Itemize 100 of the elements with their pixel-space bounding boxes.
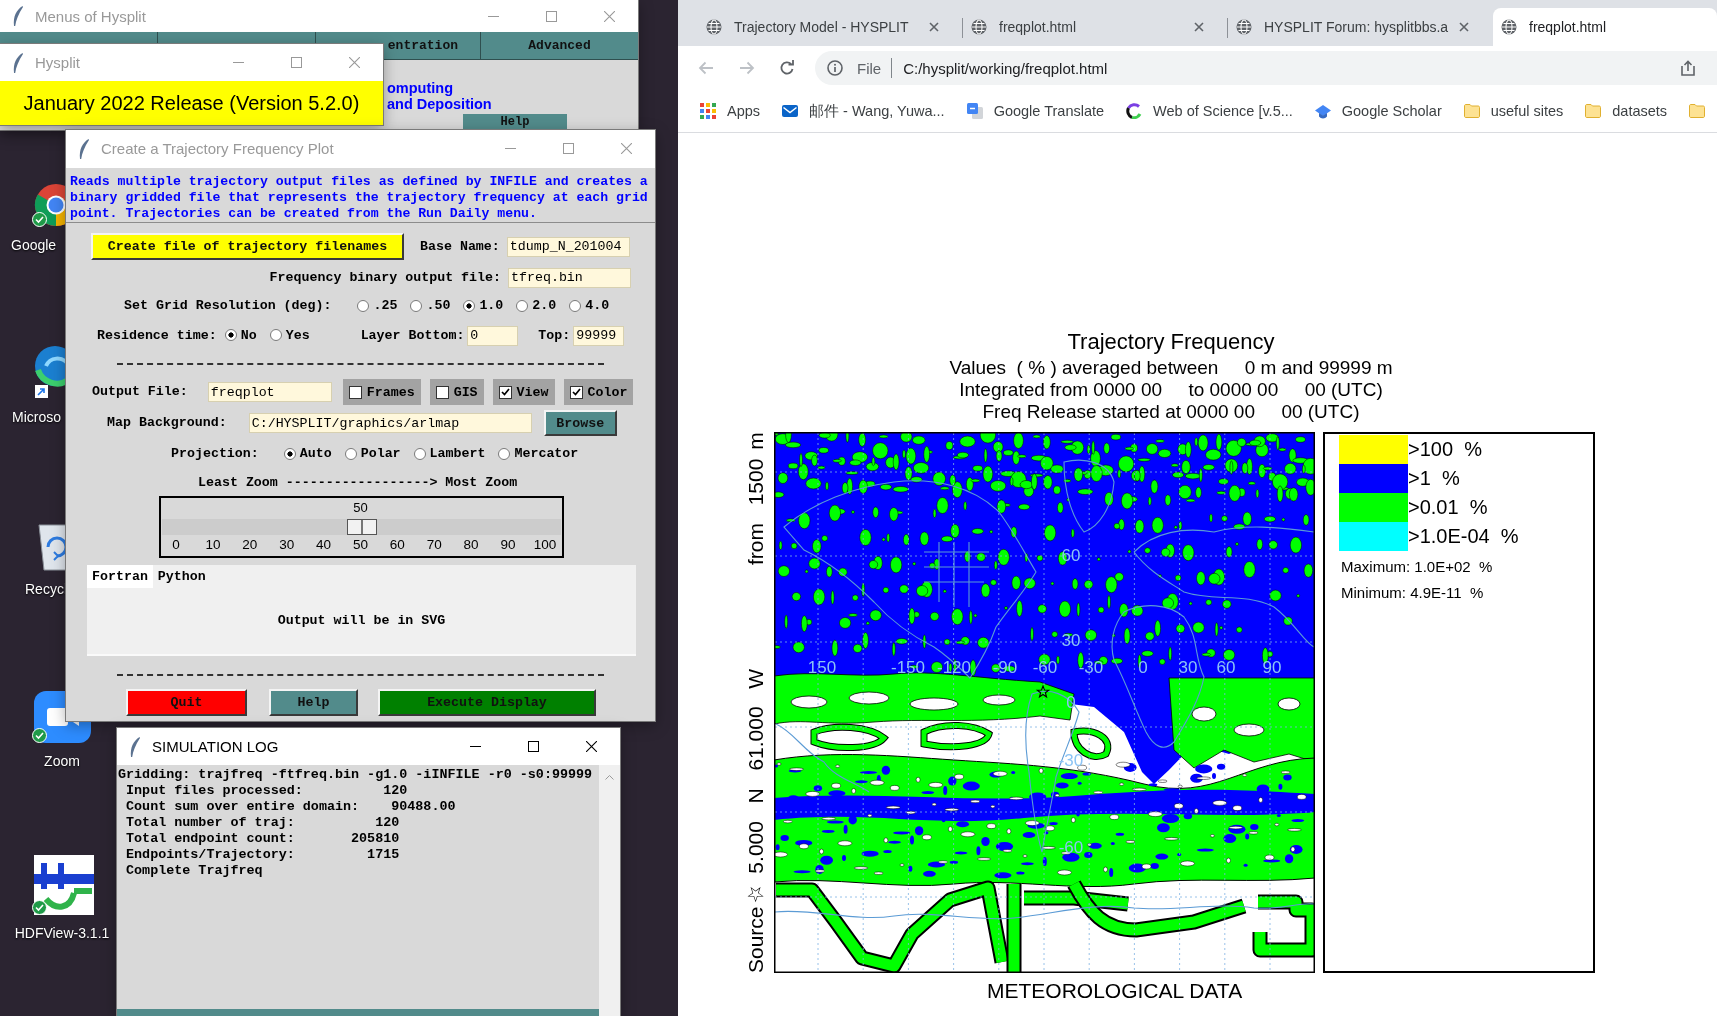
help-button[interactable]: Help	[463, 114, 567, 130]
radio-option[interactable]: 1.0	[463, 298, 504, 314]
radio-icon[interactable]	[463, 300, 476, 312]
radio-icon[interactable]	[357, 300, 370, 312]
share-icon[interactable]	[1679, 60, 1697, 76]
help-button[interactable]: Help	[269, 689, 358, 716]
desktop-icon-label[interactable]: HDFView-3.1.1	[14, 924, 110, 942]
longitude-label: 150	[807, 657, 837, 677]
legend-label: >1 %	[1408, 467, 1460, 490]
notebook-tab[interactable]: Fortran	[87, 565, 153, 588]
checkbox-icon[interactable]	[435, 385, 449, 399]
translate-icon	[966, 103, 983, 119]
scroll-up-icon[interactable]	[605, 775, 614, 780]
feather-icon	[13, 52, 23, 73]
bookmark-item[interactable]: Google Scholar	[1314, 103, 1442, 119]
browser-tab[interactable]: freqplot.html	[1493, 8, 1717, 46]
url-text[interactable]: C:/hysplit/working/freqplot.html	[903, 59, 1108, 77]
app-logo-icon[interactable]	[34, 855, 94, 915]
scale-tick-label: 30	[279, 537, 295, 552]
folder-icon	[1463, 104, 1480, 118]
bookmark-item[interactable]: Google Translate	[966, 103, 1105, 119]
binary-output-field[interactable]: tfreq.bin	[508, 267, 631, 288]
minimize-icon[interactable]	[469, 746, 481, 747]
browser-tab[interactable]: HYSPLIT Forum: hysplitbbs.a	[1228, 8, 1493, 46]
source-star-icon	[1035, 684, 1051, 699]
longitude-label: 60	[1216, 657, 1236, 677]
map-background-field[interactable]: C:/HYSPLIT/graphics/arlmap	[248, 413, 532, 433]
address-bar[interactable]: File C:/hysplit/working/freqplot.html	[815, 51, 1717, 85]
scrollbar[interactable]	[599, 765, 620, 1016]
radio-icon[interactable]	[224, 329, 237, 342]
scale-tick-label: 20	[242, 537, 258, 552]
legend-label: >100 %	[1408, 438, 1482, 461]
create-file-button[interactable]: Create file of trajectory filenames	[91, 233, 404, 260]
folder-icon	[1585, 104, 1602, 118]
slider-thumb[interactable]	[346, 519, 377, 535]
layer-top-field[interactable]: 99999	[573, 325, 625, 346]
log-line: Count sum over entire domain: 90488.00	[125, 799, 457, 815]
browser-tab[interactable]: Trajectory Model - HYSPLIT	[698, 8, 963, 46]
maximize-icon[interactable]	[527, 741, 539, 752]
quit-button[interactable]: Quit	[126, 689, 247, 716]
checkbox-option[interactable]: View	[492, 379, 555, 405]
radio-icon[interactable]	[413, 448, 426, 460]
desktop-icon-label[interactable]: Microso	[12, 408, 61, 426]
output-file-field[interactable]: freqplot	[207, 382, 332, 402]
checkbox-option[interactable]: Frames	[342, 379, 421, 405]
ring-logo-icon	[1126, 103, 1143, 119]
radio-icon[interactable]	[344, 448, 357, 460]
radio-option[interactable]: Polar	[344, 446, 401, 462]
bookmark-item[interactable]: Apps	[700, 103, 761, 119]
log-line: Complete Trajfreq	[125, 863, 264, 879]
desktop-icon-label[interactable]: Google	[11, 236, 57, 254]
reload-icon[interactable]	[779, 60, 795, 76]
base-name-field[interactable]: tdump_N_201004	[506, 236, 630, 257]
plot-subtitle: Freq Release started at 0000 00 00 (UTC)	[982, 401, 1360, 422]
latitude-label: 30	[1061, 630, 1081, 650]
folder-icon	[1689, 104, 1706, 118]
desktop-icon-label[interactable]: Zoom	[44, 752, 80, 770]
apps-grid-icon	[700, 103, 716, 119]
radio-icon[interactable]	[516, 300, 529, 312]
radio-option[interactable]: 4.0	[569, 298, 610, 314]
radio-option[interactable]: Mercator	[498, 446, 579, 462]
radio-icon[interactable]	[283, 448, 296, 460]
mail-icon	[782, 103, 799, 119]
scale-tick-label: 10	[205, 537, 221, 552]
window-title: Menus of Hysplit	[35, 7, 146, 25]
slider-track[interactable]	[162, 519, 561, 535]
browser-tab[interactable]: freqplot.html	[963, 8, 1228, 46]
checkbox-option[interactable]: GIS	[429, 379, 484, 405]
bookmark-item[interactable]: useful sites	[1463, 103, 1564, 119]
radio-icon[interactable]	[410, 300, 423, 312]
radio-option[interactable]: No	[224, 327, 257, 344]
radio-option[interactable]: Lambert	[413, 446, 486, 462]
info-icon[interactable]	[827, 60, 843, 76]
bookmark-item[interactable]: 邮件 - Wang, Yuwa...	[782, 101, 945, 121]
radio-option[interactable]: .50	[410, 298, 451, 314]
site-info-button[interactable]: File	[827, 59, 882, 77]
execute-display-button[interactable]: Execute Display	[378, 689, 596, 716]
radio-option[interactable]: Yes	[269, 327, 310, 344]
close-icon[interactable]	[585, 741, 597, 752]
log-line: Endpoints/Trajectory: 1715	[125, 847, 401, 863]
radio-icon[interactable]	[498, 448, 511, 460]
bookmark-item[interactable]	[1689, 104, 1706, 118]
longitude-label: -30	[1078, 657, 1104, 677]
radio-option[interactable]: .25	[357, 298, 398, 314]
radio-icon[interactable]	[569, 300, 582, 312]
radio-icon[interactable]	[269, 329, 282, 342]
field-label: Base Name:	[420, 238, 500, 255]
layer-bottom-field[interactable]: 0	[467, 325, 519, 346]
checkbox-option[interactable]: Color	[563, 379, 634, 405]
checkbox-icon[interactable]	[569, 385, 583, 399]
bookmark-item[interactable]: datasets	[1585, 103, 1668, 119]
bookmark-item[interactable]: Web of Science [v.5...	[1126, 103, 1293, 119]
log-line: Gridding: trajfreq -ftfreq.bin -g1.0 -iINFILE -r0 -s0:99999	[118, 767, 594, 783]
radio-option[interactable]: Auto	[283, 446, 332, 462]
log-line: Input files processed: 120	[125, 783, 409, 799]
browse-button[interactable]: Browse	[543, 410, 617, 436]
checkbox-icon[interactable]	[348, 385, 362, 399]
radio-option[interactable]: 2.0	[516, 298, 557, 314]
panel-text: Output will be in SVG	[277, 613, 446, 629]
checkbox-icon[interactable]	[498, 385, 512, 399]
